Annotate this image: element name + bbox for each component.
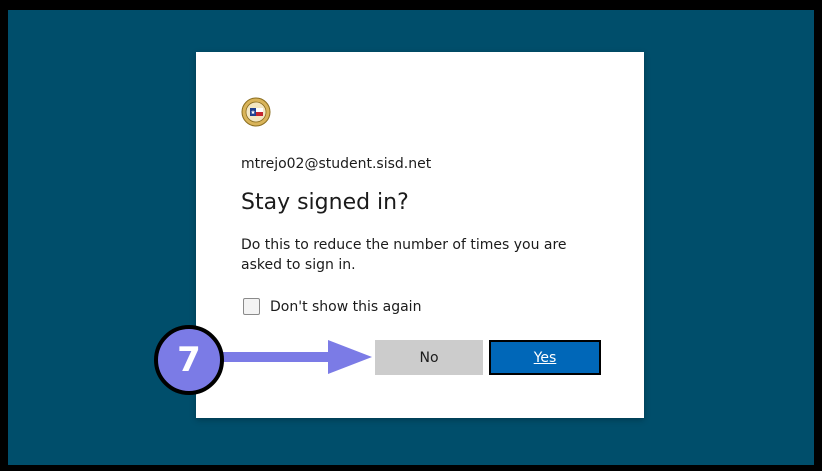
dialog-title: Stay signed in? xyxy=(241,190,409,215)
no-button[interactable]: No xyxy=(375,340,483,375)
account-email: mtrejo02@student.sisd.net xyxy=(241,156,432,172)
dont-show-again-checkbox[interactable] xyxy=(243,298,260,315)
dont-show-again-label: Don't show this again xyxy=(270,298,422,315)
yes-button[interactable]: Yes xyxy=(489,340,601,375)
dont-show-again-option[interactable]: Don't show this again xyxy=(243,298,421,315)
step-number-callout: 7 xyxy=(154,325,224,395)
screenshot-frame: mtrejo02@student.sisd.net Stay signed in… xyxy=(0,0,822,471)
dialog-description: Do this to reduce the number of times yo… xyxy=(241,237,567,273)
right-arrow-icon xyxy=(222,340,372,374)
school-district-seal-icon xyxy=(241,97,271,127)
